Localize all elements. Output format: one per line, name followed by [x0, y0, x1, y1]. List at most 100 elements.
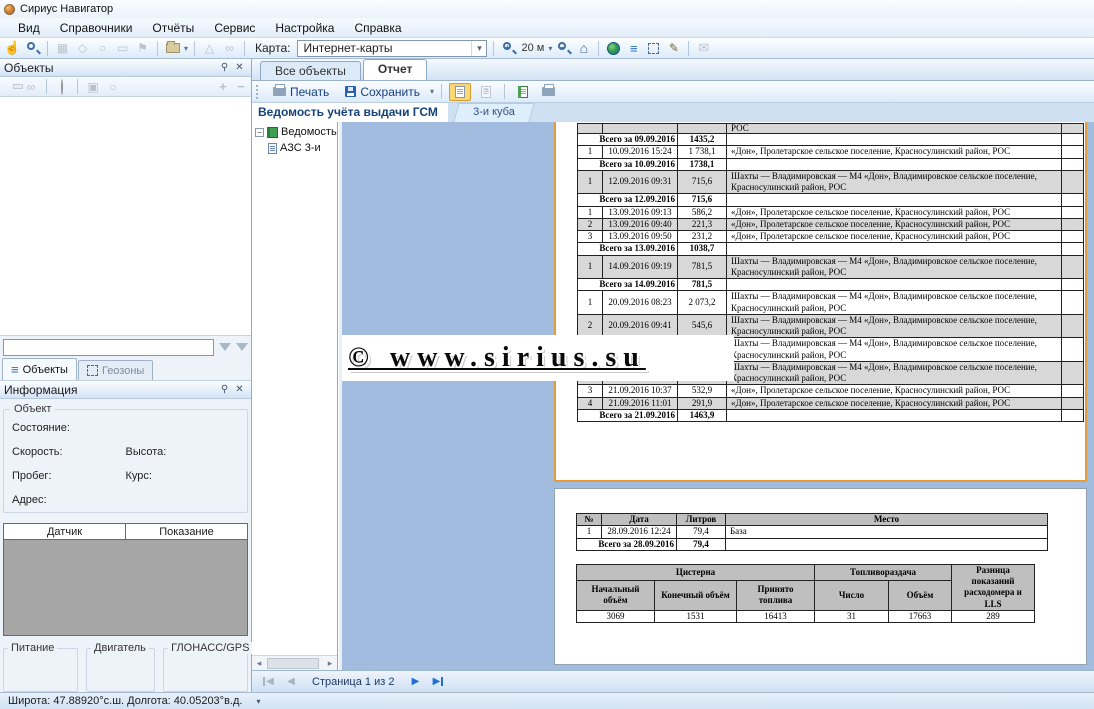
- info-panel-header: Информация ⚲ ✕: [0, 381, 251, 399]
- cell-place: [727, 409, 1062, 421]
- report-tab-second[interactable]: 3-и куба: [453, 103, 534, 122]
- close-icon[interactable]: ✕: [232, 383, 247, 397]
- menu-item[interactable]: Вид: [8, 19, 50, 37]
- tab-all-objects[interactable]: Все объекты: [260, 61, 361, 80]
- map-point-icon[interactable]: ○: [105, 80, 121, 94]
- zoom-out-icon[interactable]: −: [555, 40, 572, 56]
- link-icon[interactable]: ∞: [23, 80, 39, 94]
- menu-item[interactable]: Настройка: [265, 19, 344, 37]
- menu-item[interactable]: Отчёты: [142, 19, 204, 37]
- first-page-button[interactable]: ◀: [258, 673, 278, 690]
- cell-datetime: 20.09.2016 08:23: [603, 291, 678, 315]
- cell-num: 3: [578, 231, 603, 243]
- save-button[interactable]: Сохранить: [339, 84, 426, 100]
- cell-extra: [1062, 361, 1084, 385]
- menu-item[interactable]: Сервис: [204, 19, 265, 37]
- vehicle-icon[interactable]: ▣: [85, 80, 101, 94]
- single-page-view-button[interactable]: [449, 83, 471, 101]
- globe-icon[interactable]: [605, 40, 622, 56]
- flag-icon[interactable]: ⚑: [134, 40, 151, 56]
- tree-item-root[interactable]: − Ведомость: [255, 126, 337, 138]
- scroll-left-icon[interactable]: ◂: [252, 658, 266, 669]
- table-row: 1 14.09.2016 09:19 781,5 Шахты — Владими…: [578, 255, 1084, 279]
- add-object-button[interactable]: +: [216, 79, 230, 94]
- menu-item[interactable]: Справочники: [50, 19, 143, 37]
- zoom-level-dropdown-icon[interactable]: ▾: [548, 44, 552, 53]
- home-icon[interactable]: ⌂: [575, 40, 592, 56]
- page-indicator: Страница 1 из 2: [304, 676, 402, 688]
- cell-datetime: 21.09.2016 10:37: [603, 385, 678, 397]
- cell-total-liters: 715,6: [678, 194, 727, 206]
- total-row: Всего за 28.09.2016 79,4: [577, 538, 1048, 550]
- pin-icon[interactable]: ⚲: [217, 61, 232, 75]
- save-dropdown-icon[interactable]: ▾: [430, 87, 434, 96]
- last-page-button[interactable]: ▶: [428, 673, 448, 690]
- cell-datetime: 13.09.2016 09:50: [603, 231, 678, 243]
- cell-extra: [1062, 409, 1084, 421]
- tree-item-child[interactable]: АЗС 3-и: [268, 142, 337, 154]
- binoculars-icon[interactable]: ∞: [221, 40, 238, 56]
- tab-objects[interactable]: ≡ Объекты: [2, 358, 77, 380]
- address-label: Адрес:: [12, 494, 239, 506]
- report-tab-active[interactable]: Ведомость учёта выдачи ГСМ: [252, 103, 448, 122]
- report-viewer[interactable]: РОС Всего за 09.09.2016 1435,2 1 10.09.2…: [342, 122, 1094, 670]
- book-view-button[interactable]: [512, 83, 534, 101]
- cell-extra: [1062, 170, 1084, 194]
- filter-clear-icon[interactable]: [236, 343, 248, 357]
- zoom-in-icon[interactable]: +: [500, 40, 517, 56]
- table-row: 2 13.09.2016 09:40 221,3 «Дон», Пролетар…: [578, 218, 1084, 230]
- select-rect-icon[interactable]: ▭: [114, 40, 131, 56]
- map-source-select[interactable]: Интернет-карты ▾: [297, 40, 487, 57]
- page-setup-button[interactable]: [538, 83, 560, 101]
- received-fuel-header: Принято топлива: [737, 580, 815, 610]
- object-list-icon[interactable]: ≡: [625, 40, 642, 56]
- cell-place: [726, 538, 1048, 550]
- tab-geozones[interactable]: Геозоны: [78, 360, 153, 380]
- remove-object-button[interactable]: −: [234, 79, 248, 94]
- folder-dropdown-icon[interactable]: ▾: [184, 44, 188, 53]
- cell-total-liters: 79,4: [677, 538, 726, 550]
- tree-expander-icon[interactable]: −: [255, 128, 264, 137]
- cell-place: База: [726, 526, 1048, 538]
- cell-num: 1: [577, 526, 602, 538]
- cell-place: Шахты — Владимировская — М4 «Дон», Влади…: [727, 170, 1062, 194]
- pin-icon[interactable]: ⚲: [217, 383, 232, 397]
- main-content: Объекты ⚲ ✕ ∞ ▣ ○ + −: [0, 59, 1094, 692]
- search-input[interactable]: [3, 339, 214, 356]
- circle-icon[interactable]: ○: [94, 40, 111, 56]
- ruler-icon[interactable]: △: [201, 40, 218, 56]
- filter-icon[interactable]: [219, 343, 231, 357]
- previous-page-button[interactable]: ◀: [281, 673, 301, 690]
- zoom-level-value: 20 м: [521, 42, 544, 54]
- pan-hand-icon[interactable]: ☝: [4, 40, 21, 56]
- dispense-group-header: Топливораздача: [815, 564, 952, 580]
- geozone-select-icon[interactable]: [645, 40, 662, 56]
- scrollbar-thumb[interactable]: [267, 658, 319, 669]
- next-page-button[interactable]: ▶: [405, 673, 425, 690]
- object-tree-area[interactable]: [0, 97, 251, 336]
- count-header: Число: [815, 580, 889, 610]
- start-volume-header: Начальный объём: [577, 580, 655, 610]
- tab-report[interactable]: Отчет: [363, 59, 428, 80]
- table-row: 1 10.09.2016 15:24 1 738,1 «Дон», Пролет…: [578, 146, 1084, 158]
- notes-edit-icon[interactable]: ✎: [665, 40, 682, 56]
- cell-num: 1: [578, 146, 603, 158]
- menu-item[interactable]: Справка: [344, 19, 411, 37]
- cell-num: [578, 124, 603, 134]
- close-icon[interactable]: ✕: [232, 61, 247, 75]
- cell-extra: [1062, 255, 1084, 279]
- cell-liters: 586,2: [678, 206, 727, 218]
- status-dropdown-icon[interactable]: ▾: [256, 697, 260, 706]
- polygon-icon[interactable]: ◇: [74, 40, 91, 56]
- globe-track-icon[interactable]: [54, 80, 70, 94]
- print-button[interactable]: Печать: [267, 84, 335, 100]
- layers-icon[interactable]: ▦: [54, 40, 71, 56]
- folder-icon[interactable]: [164, 40, 181, 56]
- help-page-button[interactable]: ?: [475, 83, 497, 101]
- toolbar-grip[interactable]: [256, 85, 260, 99]
- cell-num: 2: [578, 218, 603, 230]
- zoom-tool-icon[interactable]: [24, 40, 41, 56]
- scroll-right-icon[interactable]: ▸: [323, 658, 337, 669]
- menu-bar: Вид Справочники Отчёты Сервис Настройка …: [0, 18, 1094, 38]
- mail-icon[interactable]: ✉: [695, 40, 712, 56]
